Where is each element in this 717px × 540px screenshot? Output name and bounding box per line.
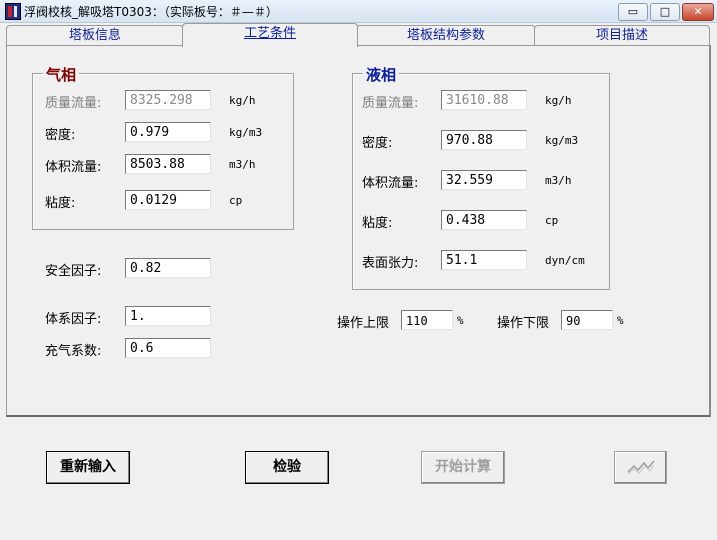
window-title: 浮阀校核_解吸塔T0303：（实际板号：＃—＃）	[24, 5, 278, 19]
aeration-factor-label: 充气系数:	[45, 344, 102, 359]
check-button[interactable]: 检验	[245, 451, 329, 484]
gas-mass-flow-unit: kg/h	[229, 94, 256, 107]
tab-process-conditions[interactable]: 工艺条件	[182, 23, 358, 47]
liquid-volume-flow-field[interactable]: 32.559	[441, 170, 527, 190]
operation-upper-label: 操作上限	[337, 316, 390, 331]
gas-mass-flow-label: 质量流量:	[45, 96, 102, 111]
system-factor-field[interactable]: 1.	[125, 306, 211, 326]
chart-button[interactable]	[614, 451, 667, 484]
liquid-mass-flow-field[interactable]: 31610.88	[441, 90, 527, 110]
gas-density-label: 密度:	[45, 128, 76, 143]
safety-factor-label: 安全因子:	[45, 264, 102, 279]
process-conditions-panel: 气相 质量流量: 8325.298 kg/h 密度: 0.979 kg/m3 体…	[6, 45, 711, 417]
liquid-density-label: 密度:	[362, 136, 393, 151]
liquid-phase-title: 液相	[363, 64, 400, 85]
tab-plate-info[interactable]: 塔板信息	[6, 25, 184, 45]
tab-project-description[interactable]: 项目描述	[534, 25, 710, 45]
gas-phase-title: 气相	[43, 64, 80, 85]
gas-volume-flow-field[interactable]: 8503.88	[125, 154, 211, 174]
system-factor-label: 体系因子:	[45, 312, 102, 327]
liquid-volume-flow-unit: m3/h	[545, 174, 572, 187]
gas-mass-flow-field[interactable]: 8325.298	[125, 90, 211, 110]
title-bar: 浮阀校核_解吸塔T0303：（实际板号：＃—＃） ▭ □ ✕	[0, 0, 717, 23]
reset-button[interactable]: 重新输入	[46, 451, 130, 484]
liquid-volume-flow-label: 体积流量:	[362, 176, 419, 191]
liquid-density-field[interactable]: 970.88	[441, 130, 527, 150]
gas-viscosity-unit: cp	[229, 194, 243, 207]
operation-upper-field[interactable]: 110	[401, 310, 453, 330]
minimize-button[interactable]: ▭	[618, 3, 648, 21]
operation-upper-unit: %	[457, 314, 464, 327]
gas-density-unit: kg/m3	[229, 126, 263, 139]
safety-factor-field[interactable]: 0.82	[125, 258, 211, 278]
aeration-factor-field[interactable]: 0.6	[125, 338, 211, 358]
liquid-viscosity-label: 粘度:	[362, 216, 393, 231]
operation-lower-label: 操作下限	[497, 316, 550, 331]
liquid-surface-tension-unit: dyn/cm	[545, 254, 585, 267]
liquid-density-unit: kg/m3	[545, 134, 579, 147]
liquid-surface-tension-field[interactable]: 51.1	[441, 250, 527, 270]
liquid-viscosity-field[interactable]: 0.438	[441, 210, 527, 230]
start-calculation-button[interactable]: 开始计算	[421, 451, 505, 484]
liquid-viscosity-unit: cp	[545, 214, 559, 227]
gas-volume-flow-label: 体积流量:	[45, 160, 102, 175]
gas-volume-flow-unit: m3/h	[229, 158, 256, 171]
liquid-mass-flow-label: 质量流量:	[362, 96, 419, 111]
operation-lower-unit: %	[617, 314, 624, 327]
gas-viscosity-label: 粘度:	[45, 196, 76, 211]
app-icon	[5, 3, 21, 20]
gas-viscosity-field[interactable]: 0.0129	[125, 190, 211, 210]
tab-plate-structure[interactable]: 塔板结构参数	[356, 25, 536, 45]
chart-icon	[626, 460, 655, 475]
operation-lower-field[interactable]: 90	[561, 310, 613, 330]
gas-density-field[interactable]: 0.979	[125, 122, 211, 142]
close-button[interactable]: ✕	[682, 3, 714, 21]
liquid-surface-tension-label: 表面张力:	[362, 256, 419, 271]
liquid-mass-flow-unit: kg/h	[545, 94, 572, 107]
maximize-button[interactable]: □	[650, 3, 680, 21]
